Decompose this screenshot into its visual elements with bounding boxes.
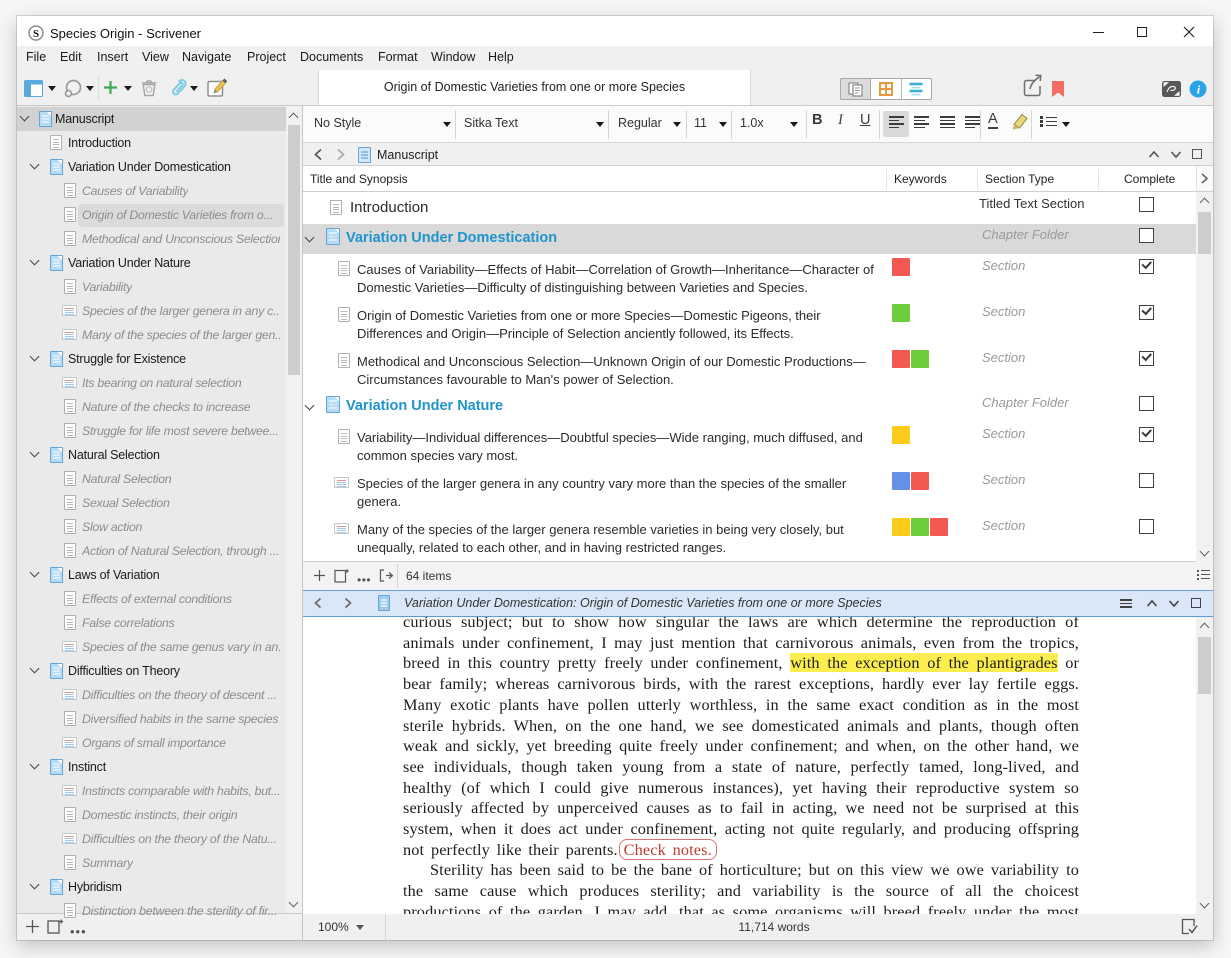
svg-text:S: S bbox=[33, 28, 39, 40]
